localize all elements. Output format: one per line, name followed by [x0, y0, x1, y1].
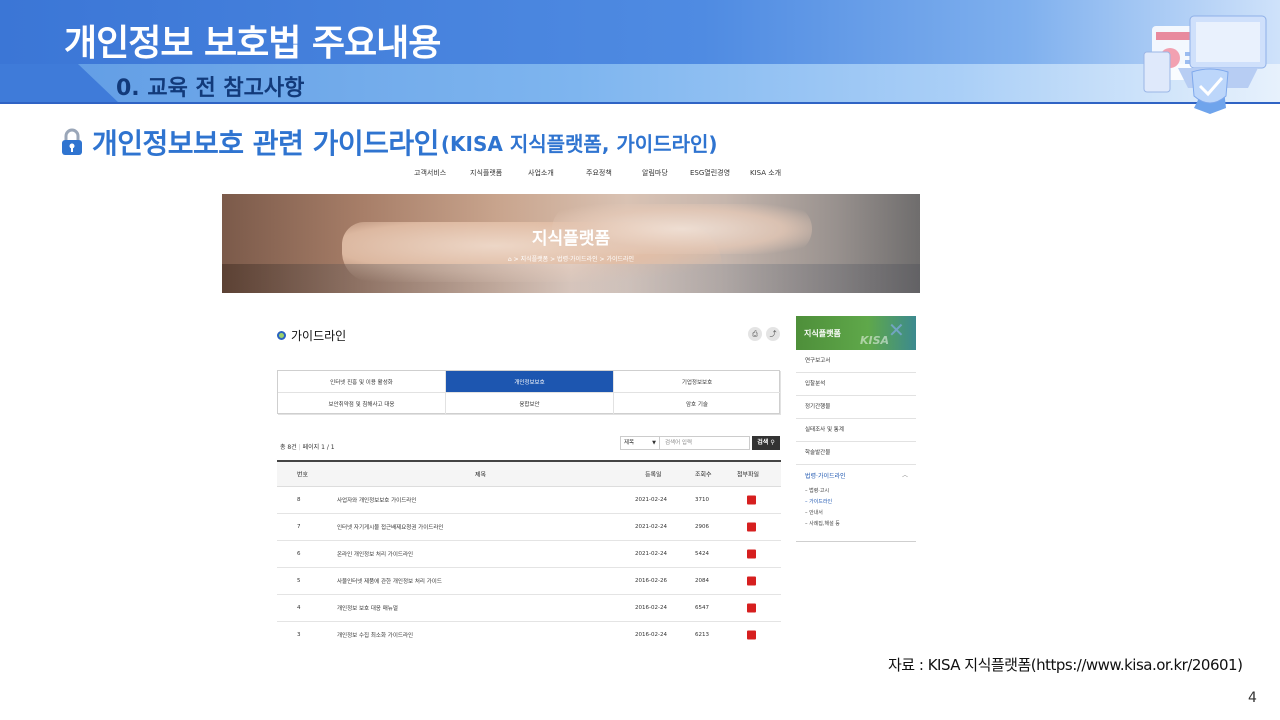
sidebar-title: 지식플랫폼: [804, 329, 841, 338]
site-top-nav: 고객서비스 지식플랫폼 사업소개 주요정책 알림마당 ESG열린경영 KISA …: [222, 168, 920, 182]
search-icon: ⚲: [768, 439, 775, 446]
sidebar-item-periodicals[interactable]: 정기간행물: [796, 396, 916, 419]
row-title-link[interactable]: 개인정보 수집 최소화 가이드라인: [337, 631, 413, 639]
search-field-select[interactable]: 제목 ▼: [620, 436, 660, 450]
table-row[interactable]: 4 개인정보 보호 대응 매뉴얼 2016-02-24 6547: [277, 595, 781, 622]
slide-title: 개인정보 보호법 주요내용: [64, 23, 441, 64]
sidebar-subitem-guidelines[interactable]: – 가이드라인: [796, 497, 916, 508]
sidebar-item-publications[interactable]: 학술발간물: [796, 442, 916, 465]
pdf-file-icon[interactable]: [747, 495, 756, 505]
table-row[interactable]: 6 온라인 개인정보 처리 가이드라인 2021-02-24 5424: [277, 541, 781, 568]
guideline-table: 번호 제목 등록일 조회수 첨부파일 8 사업자와 개인정보보호 가이드라인 2…: [277, 460, 781, 640]
kisa-website-screenshot: 고객서비스 지식플랫폼 사업소개 주요정책 알림마당 ESG열린경영 KISA …: [222, 160, 920, 640]
print-icon[interactable]: ⎙: [748, 327, 762, 341]
caret-down-icon: ▼: [652, 440, 656, 446]
table-row[interactable]: 3 개인정보 수집 최소화 가이드라인 2016-02-24 6213: [277, 622, 781, 640]
security-illustration-icon: [1143, 15, 1267, 114]
kisa-logo: KISA: [860, 334, 890, 347]
nav-item-esg[interactable]: ESG열린경영: [690, 168, 730, 178]
table-row[interactable]: 5 사물인터넷 제품에 관한 개인정보 처리 가이드 2016-02-26 20…: [277, 568, 781, 595]
page-number: 4: [1248, 690, 1257, 706]
tab-crypto[interactable]: 암호 기술: [614, 393, 781, 415]
tab-privacy[interactable]: 개인정보보호: [446, 371, 614, 393]
row-title-link[interactable]: 사업자와 개인정보보호 가이드라인: [337, 496, 416, 504]
breadcrumb-item[interactable]: 지식플랫폼: [521, 256, 549, 263]
pdf-file-icon[interactable]: [747, 603, 756, 613]
pdf-file-icon[interactable]: [747, 576, 756, 586]
banner-title: 지식플랫폼: [531, 229, 611, 249]
row-title-link[interactable]: 온라인 개인정보 처리 가이드라인: [337, 550, 413, 558]
pdf-file-icon[interactable]: [747, 522, 756, 532]
page-info: 페이지 1 / 1: [302, 444, 335, 451]
source-caption: 자료 : KISA 지식플랫폼(https://www.kisa.or.kr/2…: [888, 656, 1243, 674]
search-button[interactable]: 검색 ⚲: [752, 436, 780, 450]
category-tabs: 인터넷 진흥 및 이용 활성화 개인정보보호 기업정보보호 보안취약점 및 침해…: [277, 370, 781, 415]
chevron-up-icon[interactable]: ︿: [902, 470, 908, 479]
header-divider: [0, 102, 1280, 104]
row-title-link[interactable]: 인터넷 자기게시물 접근배제요청권 가이드라인: [337, 523, 443, 531]
breadcrumb-item[interactable]: 법령·가이드라인: [557, 256, 598, 263]
tab-vulnerability[interactable]: 보안취약점 및 침해사고 대응: [278, 393, 446, 415]
nav-item-customer[interactable]: 고객서비스: [414, 168, 446, 178]
breadcrumb-item[interactable]: 가이드라인: [606, 256, 634, 263]
table-row[interactable]: 7 인터넷 자기게시물 접근배제요청권 가이드라인 2021-02-24 290…: [277, 514, 781, 541]
pdf-file-icon[interactable]: [747, 549, 756, 559]
lock-icon: [62, 128, 82, 155]
row-title-link[interactable]: 개인정보 보호 대응 매뉴얼: [337, 604, 398, 612]
tab-convergence[interactable]: 융합보안: [446, 393, 614, 415]
home-icon[interactable]: ⌂: [508, 256, 512, 263]
sidebar-item-laws-guidelines[interactable]: 법령·가이드라인 ︿: [796, 465, 916, 486]
page-tools: ⎙ ⤴: [748, 327, 780, 341]
sidebar-subitem-laws[interactable]: – 법령·고시: [796, 486, 916, 497]
row-title-link[interactable]: 사물인터넷 제품에 관한 개인정보 처리 가이드: [337, 577, 442, 585]
sidebar-item-bids[interactable]: 입찰분석: [796, 373, 916, 396]
nav-item-business[interactable]: 사업소개: [528, 168, 554, 178]
tab-internet[interactable]: 인터넷 진흥 및 이용 활성화: [278, 371, 446, 393]
slide-subtitle: 0. 교육 전 참고사항: [116, 76, 305, 101]
logo-mark-icon: ✕: [888, 318, 905, 342]
slide-header: 개인정보 보호법 주요내용 0. 교육 전 참고사항: [0, 0, 1280, 104]
breadcrumb: ⌂ > 지식플랫폼 > 법령·가이드라인 > 가이드라인: [507, 256, 635, 263]
sidebar-item-reports[interactable]: 연구보고서: [796, 350, 916, 373]
tab-enterprise[interactable]: 기업정보보호: [614, 371, 781, 393]
page-title: 가이드라인: [277, 327, 346, 344]
bullet-icon: [277, 331, 286, 340]
section-title: 개인정보보호 관련 가이드라인: [92, 127, 439, 160]
col-views: 조회수: [695, 471, 712, 479]
col-date: 등록일: [645, 471, 662, 479]
nav-item-notice[interactable]: 알림마당: [642, 168, 668, 178]
nav-item-platform[interactable]: 지식플랫폼: [470, 168, 502, 178]
share-icon[interactable]: ⤴: [766, 327, 780, 341]
col-no: 번호: [297, 471, 309, 479]
col-file: 첨부파일: [737, 471, 760, 479]
table-header: 번호 제목 등록일 조회수 첨부파일: [277, 460, 781, 487]
section-heading: 개인정보보호 관련 가이드라인 (KISA 지식플랫폼, 가이드라인): [60, 122, 718, 162]
sidebar-header: 지식플랫폼 KISA ✕: [796, 316, 916, 350]
section-subtitle: (KISA 지식플랫폼, 가이드라인): [440, 131, 718, 156]
nav-item-policy[interactable]: 주요정책: [586, 168, 612, 178]
table-row[interactable]: 8 사업자와 개인정보보호 가이드라인 2021-02-24 3710: [277, 487, 781, 514]
search-bar: 제목 ▼ 검색어 입력 검색 ⚲: [620, 436, 780, 450]
nav-item-about[interactable]: KISA 소개: [750, 168, 781, 178]
sidebar-item-statistics[interactable]: 실태조사 및 통계: [796, 419, 916, 442]
pdf-file-icon[interactable]: [747, 630, 756, 640]
search-input[interactable]: 검색어 입력: [660, 436, 750, 450]
site-banner: 지식플랫폼 ⌂ > 지식플랫폼 > 법령·가이드라인 > 가이드라인: [222, 194, 920, 293]
sidebar-subitem-cases[interactable]: – 사례집,해설 등: [796, 519, 916, 530]
col-title: 제목: [475, 471, 487, 479]
site-sidebar: 지식플랫폼 KISA ✕ 연구보고서 입찰분석 정기간행물 실태조사 및 통계 …: [796, 316, 916, 542]
sidebar-subitem-handbooks[interactable]: – 안내서: [796, 508, 916, 519]
result-count: 총 8건 | 페이지 1 / 1: [280, 444, 335, 451]
